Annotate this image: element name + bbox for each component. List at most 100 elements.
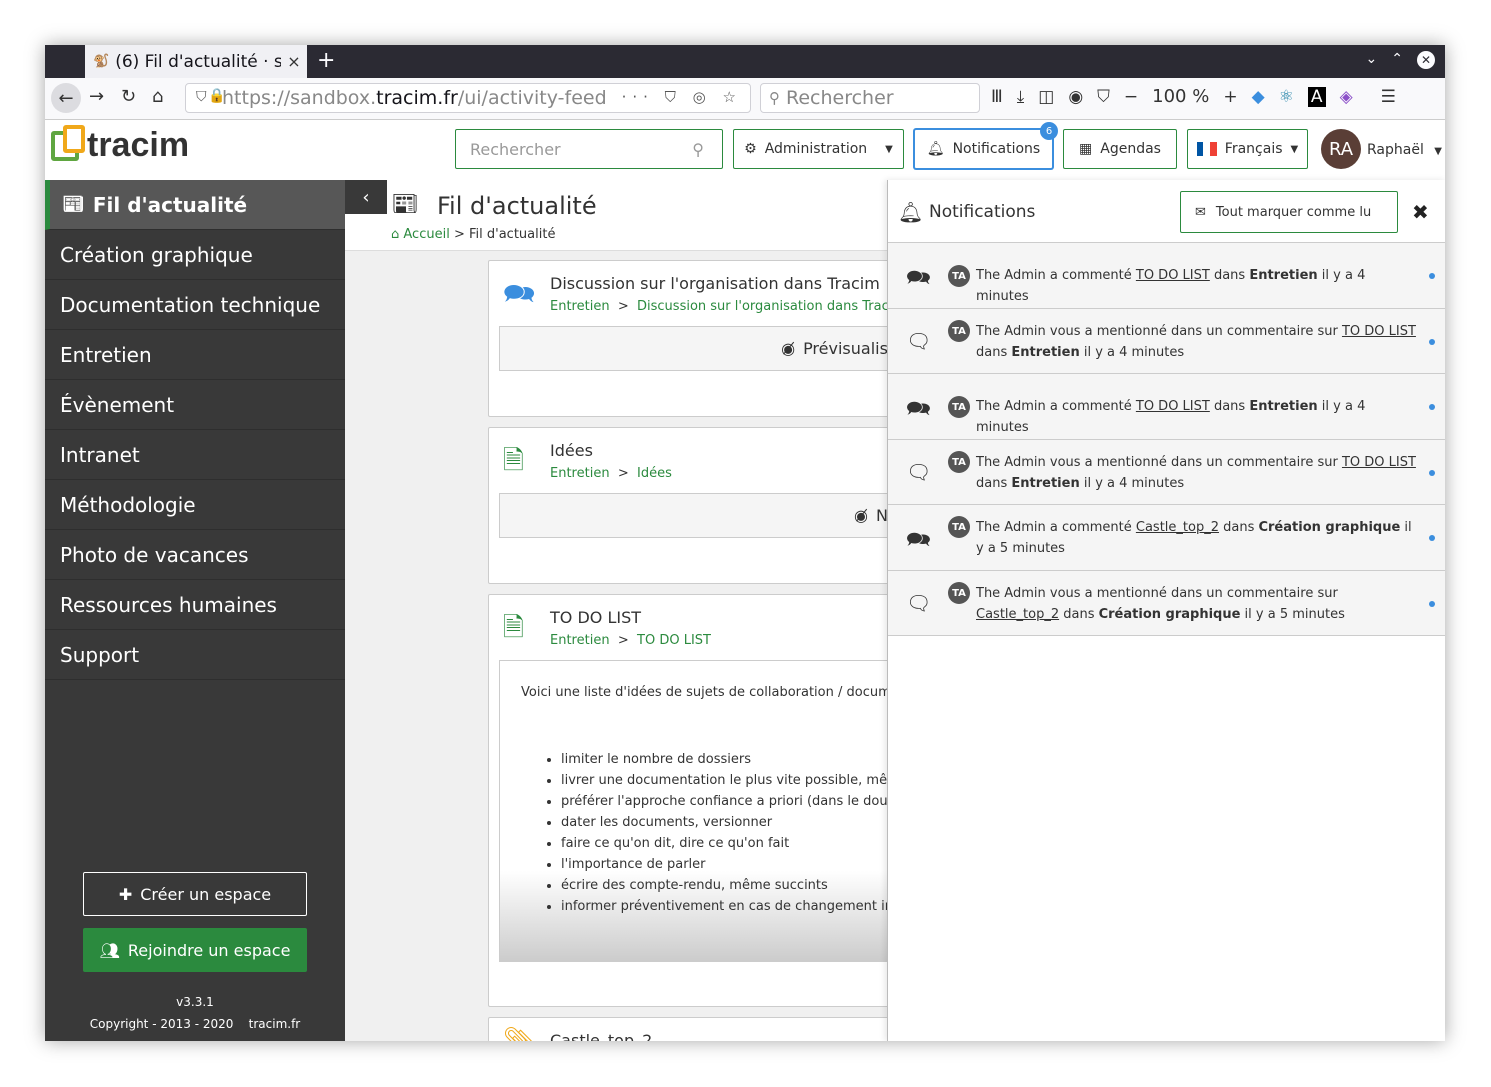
sidebar-item-intranet[interactable]: Intranet: [45, 430, 345, 480]
administration-button[interactable]: ⚙ Administration ▼: [733, 129, 904, 169]
notification-space[interactable]: Entretien: [1011, 476, 1079, 491]
mark-all-read-button[interactable]: ✉ Tout marquer comme lu: [1180, 191, 1398, 233]
account-icon[interactable]: ◉: [1068, 87, 1083, 107]
notification-item[interactable]: 🗪 TA The Admin a commenté Castle_top_2 dan…: [888, 505, 1445, 571]
browser-tab[interactable]: 🐒 (6) Fil d'actualité · sa ×: [85, 45, 307, 78]
notification-space[interactable]: Entretien: [1011, 345, 1079, 360]
url-bar[interactable]: ⛉ 🔒 https://sandbox. tracim.fr/ui/activit…: [185, 83, 751, 113]
extension-react-icon[interactable]: ⚛: [1279, 87, 1294, 107]
user-menu[interactable]: Raphaël ▼: [1367, 142, 1442, 158]
browser-toolbar: Ⅲ ⤓ ◫ ◉ ⛉ − 100 % + ◆ ⚛ A ◈ ☰: [991, 86, 1396, 107]
forward-icon[interactable]: →: [89, 86, 104, 107]
join-space-button[interactable]: 👥︎ Rejoindre un espace: [83, 928, 307, 972]
zoom-in-icon[interactable]: +: [1223, 87, 1237, 107]
notification-item[interactable]: 🗨 TA The Admin vous a mentionné dans un co…: [888, 440, 1445, 505]
notification-space[interactable]: Création graphique: [1258, 520, 1400, 535]
extension-a-icon[interactable]: A: [1307, 86, 1326, 107]
sidebar-item-creation-graphique[interactable]: Création graphique: [45, 230, 345, 280]
language-button[interactable]: Français ▼: [1187, 129, 1308, 169]
document-preview[interactable]: Voici une liste d'idées de sujets de col…: [499, 660, 887, 962]
sidebar-item-documentation-technique[interactable]: Documentation technique: [45, 280, 345, 330]
notifications-button[interactable]: 🔔︎ Notifications 6: [914, 122, 1058, 169]
header-search-placeholder: Rechercher: [470, 139, 561, 159]
feed-card-thread[interactable]: 🗪 Discussion sur l'organisation dans Tra…: [488, 260, 887, 417]
notification-space[interactable]: Entretien: [1249, 399, 1317, 414]
file-text-icon: 🗎: [503, 446, 524, 476]
notification-text: The Admin vous a mentionné dans un comme…: [976, 321, 1416, 363]
sidebar-icon[interactable]: ◫: [1038, 87, 1054, 107]
site-link[interactable]: tracim.fr: [249, 1017, 301, 1031]
feed-card-note[interactable]: 🗎 Idées Entretien > Idées ◉̸ Not: [488, 427, 887, 584]
sidebar-item-photo-de-vacances[interactable]: Photo de vacances: [45, 530, 345, 580]
sidebar-item-activity-feed[interactable]: 📰︎ Fil d'actualité: [45, 180, 345, 230]
zoom-out-icon[interactable]: −: [1124, 87, 1138, 107]
notification-item[interactable]: 🗪 TA The Admin a commenté TO DO LIST dans …: [888, 374, 1445, 440]
search-icon[interactable]: ⚲: [692, 140, 704, 159]
breadcrumb-home-link[interactable]: ⌂ Accueil: [391, 227, 450, 242]
new-tab-button[interactable]: +: [317, 48, 335, 73]
ublock-icon[interactable]: ⛉: [1097, 87, 1110, 107]
card-item-link[interactable]: Idées: [637, 466, 672, 481]
notification-target-link[interactable]: TO DO LIST: [1342, 324, 1416, 339]
notification-target-link[interactable]: TO DO LIST: [1136, 268, 1210, 283]
sidebar-item-ressources-humaines[interactable]: Ressources humaines: [45, 580, 345, 630]
list-item: faire ce qu'on dit, dire ce qu'on fait: [561, 836, 887, 857]
page-header: 📰︎ Fil d'actualité ⌂ Accueil > Fil d'act…: [345, 180, 887, 251]
feed-card-image[interactable]: 📎︎ Castle_top_2: [488, 1017, 887, 1041]
zoom-level[interactable]: 100 %: [1152, 86, 1209, 107]
download-icon[interactable]: ⤓: [1017, 87, 1025, 107]
sidebar-item-evenement[interactable]: Évènement: [45, 380, 345, 430]
create-space-button[interactable]: ✚ Créer un espace: [83, 872, 307, 916]
menu-icon[interactable]: ☰: [1381, 87, 1396, 107]
user-avatar[interactable]: RA: [1321, 129, 1361, 169]
card-title[interactable]: Idées: [550, 441, 593, 460]
agendas-button[interactable]: ▦ Agendas: [1063, 129, 1177, 169]
notifications-header: 🔔︎ Notifications ✉ Tout marquer comme lu…: [888, 180, 1445, 243]
sidebar-item-entretien[interactable]: Entretien: [45, 330, 345, 380]
close-icon[interactable]: ✖: [1412, 200, 1429, 224]
sidebar-item-support[interactable]: Support: [45, 630, 345, 680]
header-search-input[interactable]: Rechercher ⚲: [455, 129, 723, 169]
extension-cube-icon[interactable]: ◈: [1340, 87, 1353, 107]
notification-target-link[interactable]: TO DO LIST: [1136, 399, 1210, 414]
notification-verb: a commenté: [1045, 520, 1136, 535]
notification-item[interactable]: 🗨 TA The Admin vous a mentionné dans un co…: [888, 571, 1445, 636]
library-icon[interactable]: Ⅲ: [991, 87, 1003, 107]
notification-item[interactable]: 🗨 TA The Admin vous a mentionné dans un co…: [888, 309, 1445, 374]
sidebar-item-methodologie[interactable]: Méthodologie: [45, 480, 345, 530]
reload-icon[interactable]: ↻: [121, 86, 136, 107]
home-icon[interactable]: ⌂: [152, 86, 163, 107]
card-item-link[interactable]: Discussion sur l'organisation dans Traci…: [637, 299, 887, 314]
card-space-link[interactable]: Entretien: [550, 299, 610, 314]
collapse-sidebar-button[interactable]: ‹: [345, 180, 387, 214]
card-item-link[interactable]: TO DO LIST: [637, 633, 711, 648]
notification-space[interactable]: Entretien: [1249, 268, 1317, 283]
url-actions-icon[interactable]: ··· ⛉ ◎ ☆: [622, 88, 742, 106]
preview-button[interactable]: ◉̸ Prévisualisat: [499, 326, 887, 371]
tab-close-icon[interactable]: ×: [287, 52, 300, 71]
minimize-icon[interactable]: ⌄: [1366, 51, 1378, 69]
card-space-link[interactable]: Entretien: [550, 466, 610, 481]
window-close-icon[interactable]: ✕: [1417, 51, 1435, 69]
extension-diamond-icon[interactable]: ◆: [1252, 87, 1265, 107]
tab-bar: 🐒 (6) Fil d'actualité · sa × + ⌄ ⌃ ✕: [45, 45, 1445, 78]
card-space-link[interactable]: Entretien: [550, 633, 610, 648]
card-title[interactable]: Castle_top_2: [550, 1031, 652, 1041]
notification-target-link[interactable]: Castle_top_2: [1136, 520, 1219, 535]
notification-target-link[interactable]: TO DO LIST: [1342, 455, 1416, 470]
notification-space[interactable]: Création graphique: [1099, 607, 1241, 622]
sidebar-item-label: Entretien: [60, 342, 152, 367]
maximize-icon[interactable]: ⌃: [1391, 51, 1403, 69]
notification-target-link[interactable]: Castle_top_2: [976, 607, 1059, 622]
back-button[interactable]: ←: [51, 83, 81, 113]
browser-search-input[interactable]: ⚲ Rechercher: [760, 83, 980, 113]
tracim-logo[interactable]: tracim: [51, 124, 190, 165]
card-title[interactable]: Discussion sur l'organisation dans Traci…: [550, 274, 880, 293]
logo-text: tracim: [87, 126, 190, 164]
preview-button[interactable]: ◉̸ Not: [499, 493, 887, 538]
card-title[interactable]: TO DO LIST: [550, 608, 641, 627]
create-space-label: Créer un espace: [140, 884, 272, 904]
feed-card-todo[interactable]: 🗎 TO DO LIST Entretien > TO DO LIST Voic…: [488, 594, 887, 1007]
notification-item[interactable]: 🗪 TA The Admin a commenté TO DO LIST dans …: [888, 243, 1445, 309]
version-label: v3.3.1: [176, 995, 214, 1009]
